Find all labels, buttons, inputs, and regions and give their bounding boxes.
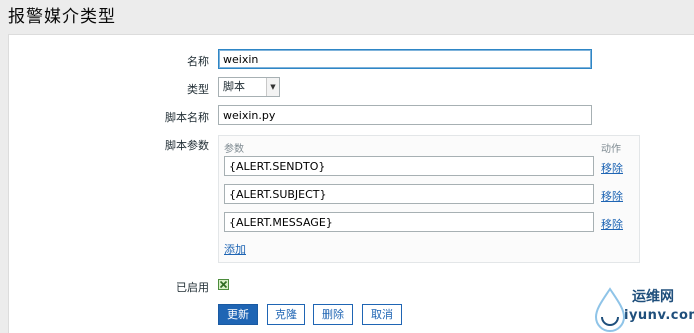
param-input-sendto[interactable] — [224, 156, 594, 176]
name-input[interactable] — [218, 49, 592, 69]
clone-button[interactable]: 克隆 — [267, 304, 305, 325]
watermark-title: 运维网 — [632, 289, 674, 305]
params-column-header: 参数 — [224, 144, 244, 155]
add-param-link[interactable]: 添加 — [224, 241, 246, 257]
enabled-label: 已启用 — [176, 281, 209, 294]
chevron-down-icon: ▼ — [266, 78, 279, 96]
watermark-url: iyunv.com — [624, 308, 694, 323]
param-input-subject[interactable] — [224, 184, 594, 204]
type-select-value: 脚本 — [223, 80, 245, 93]
watermark-logo: 运维网 iyunv.com — [590, 285, 694, 332]
script-name-label: 脚本名称 — [165, 111, 209, 124]
remove-param-subject-link[interactable]: 移除 — [601, 188, 623, 204]
update-button[interactable]: 更新 — [218, 304, 258, 325]
page-title: 报警媒介类型 — [8, 7, 116, 27]
param-input-message[interactable] — [224, 212, 594, 232]
script-name-input[interactable] — [218, 105, 592, 125]
script-params-table: 参数 动作 移除 移除 移除 添加 — [218, 135, 640, 263]
name-label: 名称 — [187, 55, 209, 68]
cancel-button[interactable]: 取消 — [362, 304, 402, 325]
type-label: 类型 — [187, 83, 209, 96]
remove-param-message-link[interactable]: 移除 — [601, 216, 623, 232]
action-column-header: 动作 — [601, 144, 621, 155]
checkmark-icon — [219, 280, 228, 289]
delete-button[interactable]: 删除 — [313, 304, 353, 325]
type-select[interactable]: 脚本 ▼ — [218, 77, 280, 97]
enabled-checkbox[interactable] — [218, 279, 229, 290]
remove-param-sendto-link[interactable]: 移除 — [601, 160, 623, 176]
script-params-label: 脚本参数 — [165, 139, 209, 152]
